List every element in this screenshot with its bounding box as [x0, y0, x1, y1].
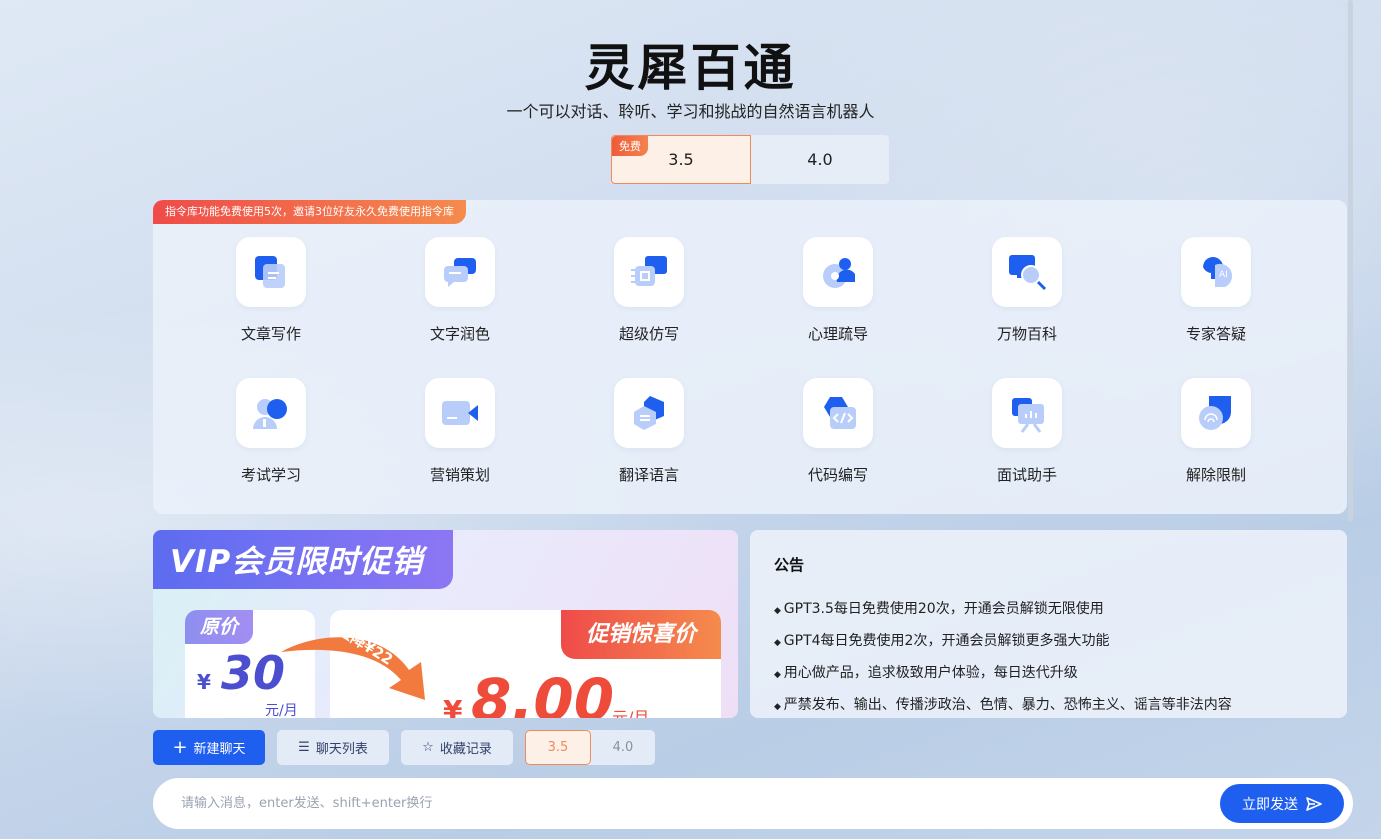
page-title: 灵犀百通	[584, 38, 797, 97]
message-input[interactable]	[181, 778, 1181, 829]
original-price-currency: ¥	[197, 670, 211, 694]
sale-price-currency: ¥	[443, 694, 463, 718]
tool-label: 专家答疑	[1185, 325, 1246, 343]
tool-label: 考试学习	[240, 466, 301, 484]
model-option-3-5[interactable]: 免费 3.5	[611, 135, 751, 184]
command-promo-banner: 指令库功能免费使用5次，邀请3位好友永久免费使用指令库	[153, 200, 466, 224]
sale-price-value: 8.00	[471, 666, 615, 718]
free-badge: 免费	[612, 136, 648, 156]
tool-coding[interactable]: 代码编写	[778, 378, 898, 485]
counsel-icon	[803, 237, 873, 307]
model-switch: 免费 3.5 4.0	[611, 135, 889, 184]
document-write-icon	[236, 237, 306, 307]
video-marketing-icon	[425, 378, 495, 448]
search-encyclopedia-icon	[992, 237, 1062, 307]
vip-title: VIP会员限时促销	[170, 544, 424, 580]
ai-expert-icon: AI	[1181, 237, 1251, 307]
tool-label: 超级仿写	[618, 325, 679, 343]
mini-model-option-4-0[interactable]: 4.0	[591, 730, 655, 765]
send-icon	[1306, 796, 1322, 811]
sale-price-unit: 元/月	[612, 708, 650, 718]
tool-counseling[interactable]: 心理疏导	[778, 237, 898, 344]
notice-item: GPT3.5每日免费使用20次，开通会员解锁无限使用	[774, 600, 1232, 632]
new-chat-button[interactable]: + 新建聊天	[153, 730, 265, 765]
notice-item: 严禁发布、输出、传播涉政治、色情、暴力、恐怖主义、谣言等非法内容	[774, 696, 1232, 718]
tool-label: 营销策划	[429, 466, 490, 484]
tool-label: 解除限制	[1185, 466, 1246, 484]
plus-icon: +	[172, 736, 188, 758]
tool-unlock[interactable]: 解除限制	[1156, 378, 1276, 485]
tool-label: 心理疏导	[807, 325, 868, 343]
original-price-tag: 原价	[185, 610, 253, 644]
fingerprint-shield-icon	[1181, 378, 1251, 448]
svg-text:AI: AI	[1219, 270, 1228, 280]
tool-expert-qa[interactable]: AI 专家答疑	[1156, 237, 1276, 344]
tool-text-polish[interactable]: 文字润色	[400, 237, 520, 344]
tool-marketing[interactable]: 营销策划	[400, 378, 520, 485]
tool-interview[interactable]: 面试助手	[967, 378, 1087, 485]
tool-exam-study[interactable]: 考试学习	[211, 378, 331, 485]
tool-super-copy[interactable]: 超级仿写	[589, 237, 709, 344]
tool-label: 面试助手	[996, 466, 1057, 484]
tool-label: 万物百科	[996, 325, 1057, 343]
chat-list-label: 聊天列表	[315, 742, 368, 757]
notice-panel: 公告 GPT3.5每日免费使用20次，开通会员解锁无限使用 GPT4每日免费使用…	[750, 530, 1347, 718]
send-label: 立即发送	[1242, 796, 1298, 813]
chat-list-button[interactable]: ☰ 聊天列表	[277, 730, 389, 765]
notice-item: GPT4每日免费使用2次，开通会员解锁更多强大功能	[774, 632, 1232, 664]
page-subtitle: 一个可以对话、聆听、学习和挑战的自然语言机器人	[506, 102, 875, 121]
message-input-bar: 立即发送	[153, 778, 1353, 829]
original-price-value: 30	[221, 646, 286, 700]
sale-price-tag: 促销惊喜价	[561, 610, 721, 659]
star-icon: ☆	[422, 740, 434, 755]
favorites-button[interactable]: ☆ 收藏记录	[401, 730, 513, 765]
chip-copy-icon	[614, 237, 684, 307]
tool-label: 代码编写	[807, 466, 868, 484]
new-chat-label: 新建聊天	[193, 742, 246, 757]
model-option-label: 3.5	[668, 150, 694, 169]
tool-translate[interactable]: 翻译语言	[589, 378, 709, 485]
notice-item: 用心做产品，追求极致用户体验，每日迭代升级	[774, 664, 1232, 696]
notice-list: GPT3.5每日免费使用20次，开通会员解锁无限使用 GPT4每日免费使用2次，…	[774, 600, 1232, 718]
list-icon: ☰	[298, 740, 310, 755]
code-icon	[803, 378, 873, 448]
tool-encyclopedia[interactable]: 万物百科	[967, 237, 1087, 344]
tool-label: 文章写作	[240, 325, 301, 343]
model-option-4-0[interactable]: 4.0	[751, 135, 889, 184]
vip-promo-banner[interactable]: VIP会员限时促销 原价 ¥ 30 元/月 直降¥22 促销惊喜价 ¥ 8.00…	[153, 530, 738, 718]
chat-polish-icon	[425, 237, 495, 307]
tool-label: 文字润色	[429, 325, 490, 343]
send-button[interactable]: 立即发送	[1220, 784, 1344, 823]
mini-model-option-3-5[interactable]: 3.5	[525, 730, 591, 765]
favorites-label: 收藏记录	[439, 742, 492, 757]
translate-icon	[614, 378, 684, 448]
mini-model-switch: 3.5 4.0	[525, 730, 655, 765]
tool-label: 翻译语言	[618, 466, 679, 484]
tool-article-writing[interactable]: 文章写作	[211, 237, 331, 344]
exam-study-icon	[236, 378, 306, 448]
model-option-label: 4.0	[807, 150, 833, 169]
presentation-icon	[992, 378, 1062, 448]
notice-title: 公告	[774, 556, 805, 574]
